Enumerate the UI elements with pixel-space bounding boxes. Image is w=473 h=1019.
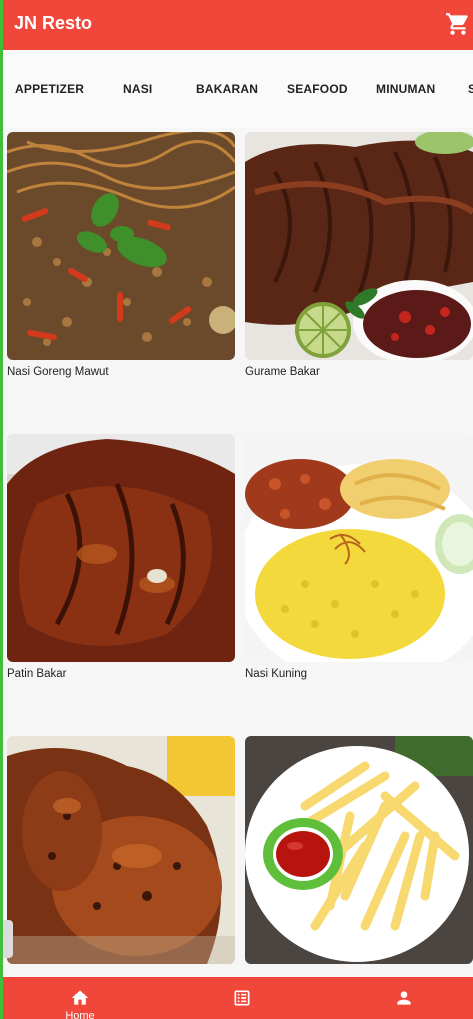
app-screen: JN Resto APPETIZER NASI BAKARAN SEAFOOD …	[0, 0, 473, 1019]
menu-card[interactable]: Gurame Bakar	[245, 132, 473, 422]
yellow-rice-photo	[245, 434, 473, 662]
menu-item-name: Patin Bakar	[7, 668, 67, 680]
menu-item-name: Gurame Bakar	[245, 366, 320, 378]
tab-seafood[interactable]: SEAFOOD	[287, 82, 348, 96]
shopping-cart-icon[interactable]	[445, 11, 471, 37]
nav-profile[interactable]	[364, 977, 444, 1019]
fried-noodle-rice-photo	[7, 132, 235, 360]
app-title: JN Resto	[14, 13, 93, 33]
person-icon	[397, 991, 411, 1005]
scroll-edge-handle[interactable]	[3, 920, 13, 958]
tab-appetizer[interactable]: APPETIZER	[15, 82, 84, 96]
category-tabs: APPETIZER NASI BAKARAN SEAFOOD MINUMAN S	[3, 50, 473, 128]
nav-orders[interactable]	[202, 977, 282, 1019]
tab-bakaran[interactable]: BAKARAN	[196, 82, 258, 96]
nav-home[interactable]: Home	[40, 977, 120, 1019]
grilled-catfish-photo	[7, 434, 235, 662]
menu-card[interactable]: Patin Bakar	[7, 434, 235, 724]
tab-partial[interactable]: S	[468, 82, 473, 96]
grilled-fish-photo	[245, 132, 473, 360]
french-fries-photo	[245, 736, 473, 964]
menu-card[interactable]: Nasi Kuning	[245, 434, 473, 724]
nav-home-label: Home	[65, 1010, 95, 1019]
list-icon	[234, 990, 250, 1006]
menu-card[interactable]: Nasi Goreng Mawut	[7, 132, 235, 422]
roast-chicken-photo	[7, 736, 235, 964]
bottom-navigation: Home	[3, 977, 473, 1019]
menu-item-name: Nasi Goreng Mawut	[7, 366, 109, 378]
home-icon	[71, 990, 89, 1005]
tab-minuman[interactable]: MINUMAN	[376, 82, 435, 96]
app-bar: JN Resto	[3, 0, 473, 50]
tab-nasi[interactable]: NASI	[123, 82, 152, 96]
menu-item-name: Nasi Kuning	[245, 668, 308, 680]
